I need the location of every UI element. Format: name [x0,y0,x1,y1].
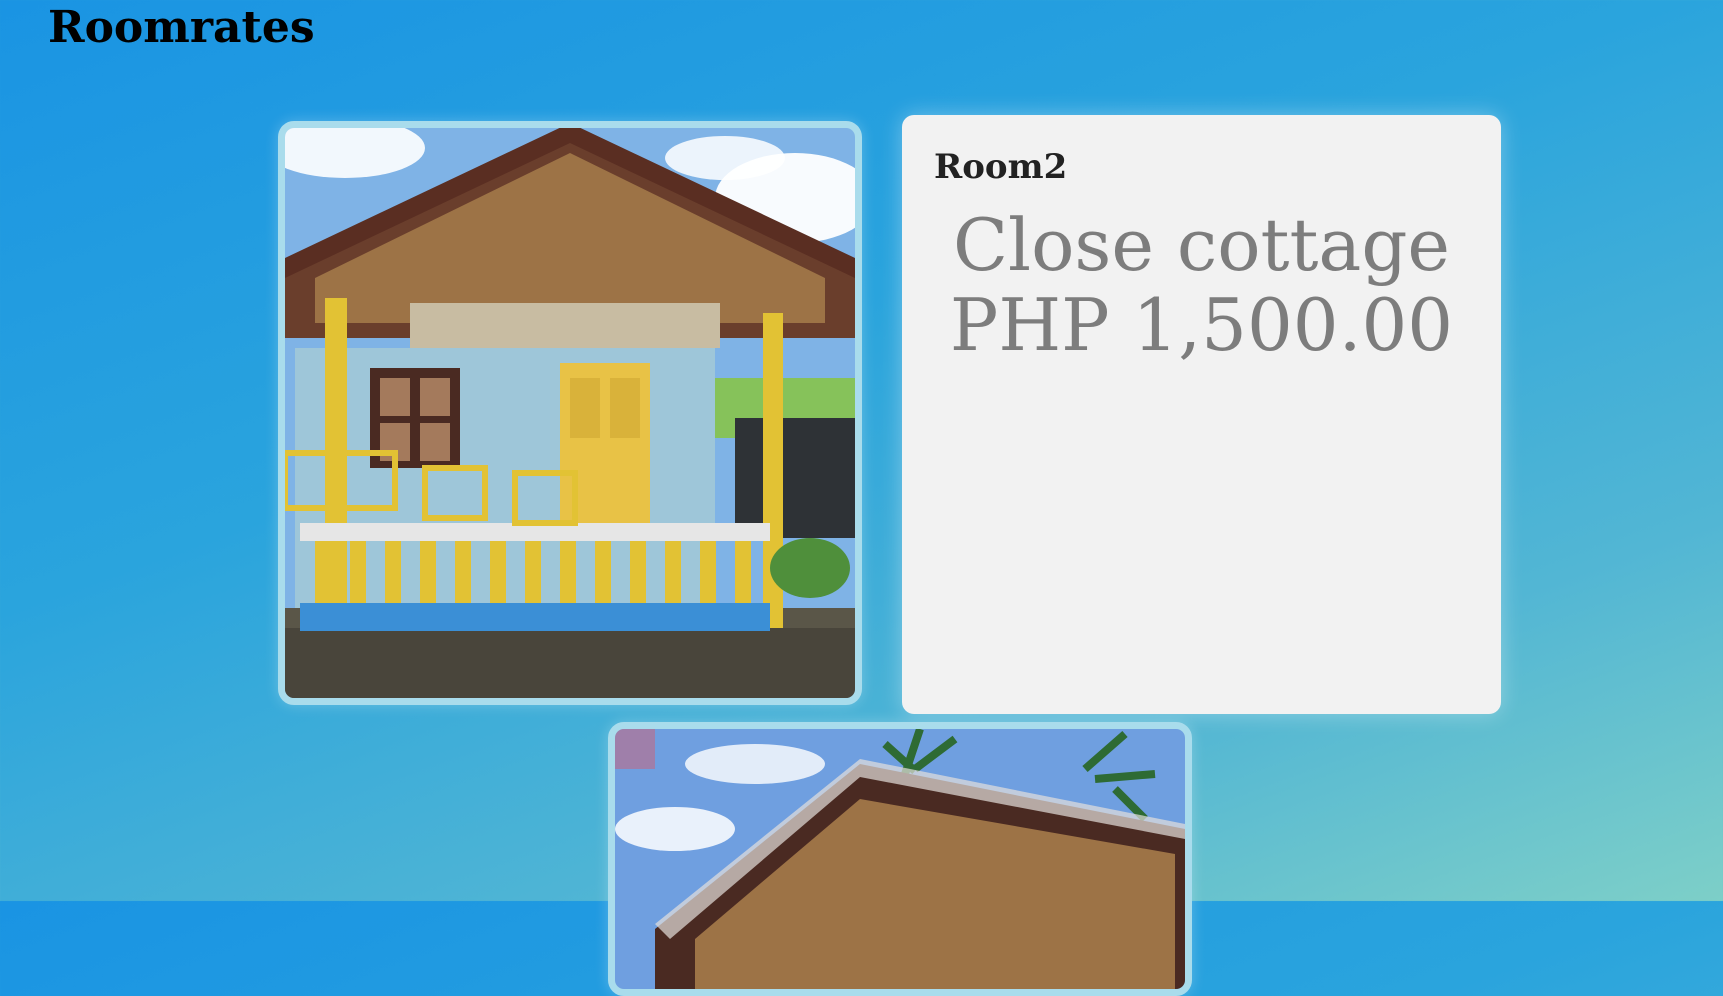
page-title: Roomrates [48,2,315,53]
room-info-card: Room2 Close cottage PHP 1,500.00 [902,115,1501,714]
room-rate-text: Close cottage PHP 1,500.00 [902,205,1501,365]
cottage-image [285,128,855,698]
room-photo [608,722,1192,996]
room-name: Room2 [934,147,1068,187]
room-price: PHP 1,500.00 [949,283,1454,367]
cottage-roof-image [615,729,1185,989]
room-description: Close cottage [952,203,1451,287]
room-photo [278,121,862,705]
